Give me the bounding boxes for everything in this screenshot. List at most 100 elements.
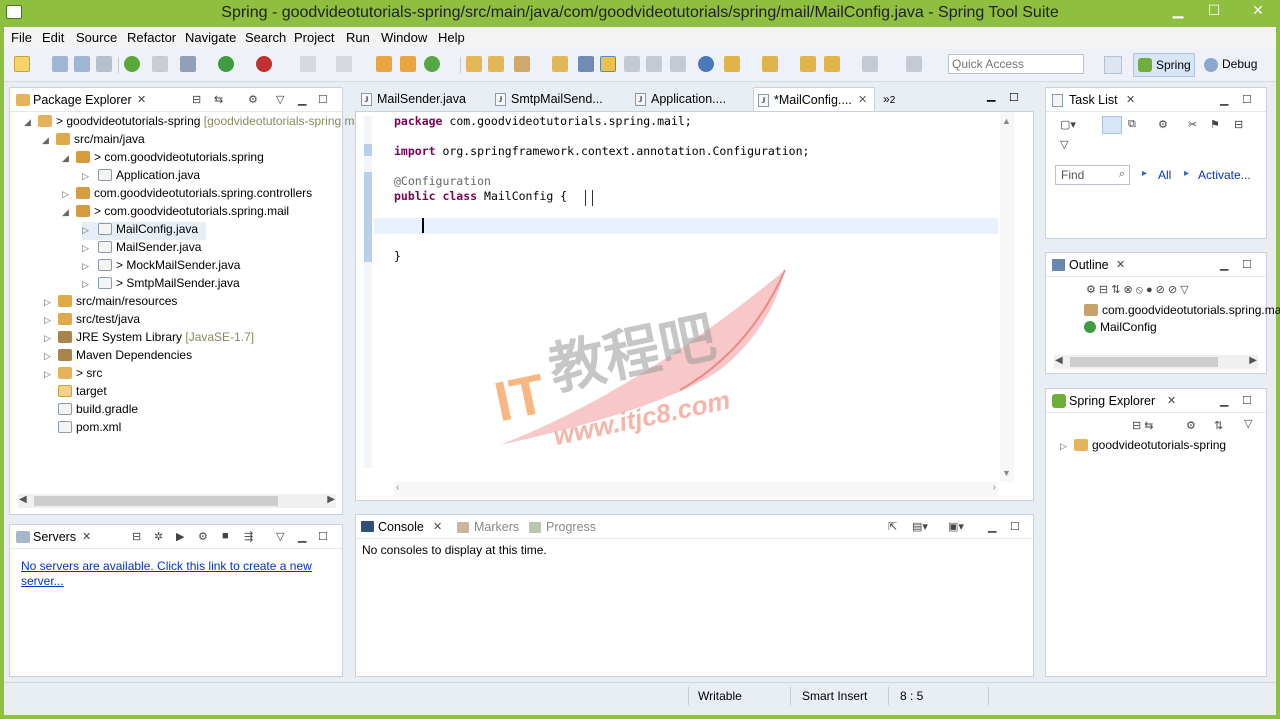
publish-icon[interactable]: ⇶	[244, 530, 253, 543]
debug-server-icon[interactable]: ✲	[154, 530, 163, 543]
tree-item-pom-xml[interactable]: pom.xml	[58, 420, 121, 438]
tab-progress[interactable]: Progress	[546, 520, 596, 534]
debug-icon[interactable]	[180, 56, 196, 72]
editor-hscrollbar[interactable]: ‹ ›	[394, 482, 998, 496]
open-type-icon[interactable]	[466, 56, 482, 72]
view-menu-icon[interactable]: ▽	[276, 93, 284, 106]
paragraph-icon[interactable]	[670, 56, 686, 72]
console-close-icon[interactable]: ✕	[433, 520, 442, 533]
minimize-panel-icon[interactable]: ▁	[1220, 394, 1228, 407]
refresh-icon[interactable]	[124, 56, 140, 72]
menu-navigate[interactable]: Navigate	[185, 30, 236, 45]
last-edit-icon[interactable]	[800, 56, 816, 72]
tab-application[interactable]: J Application....	[631, 87, 745, 111]
new-class-icon[interactable]	[424, 56, 440, 72]
show-whitespace-icon[interactable]	[646, 56, 662, 72]
find-task-input[interactable]: Find ⌕	[1055, 165, 1130, 185]
tab-close-icon[interactable]: ✕	[858, 93, 867, 106]
maximize-panel-icon[interactable]: ☐	[1010, 520, 1020, 533]
start-server-icon[interactable]: ▶	[176, 530, 184, 543]
tab-markers[interactable]: Markers	[474, 520, 519, 534]
package-explorer-close-icon[interactable]: ✕	[137, 93, 146, 106]
menu-edit[interactable]: Edit	[42, 30, 64, 45]
spring-explorer-close-icon[interactable]: ✕	[1167, 394, 1176, 407]
filter-icon[interactable]: ⚙	[248, 93, 258, 106]
view-menu-icon[interactable]: ▽	[1244, 417, 1252, 430]
toggle-mark-icon[interactable]	[578, 56, 594, 72]
previous-annotation-icon[interactable]	[762, 56, 778, 72]
save-all-icon[interactable]	[74, 56, 90, 72]
profile-server-icon[interactable]: ⚙	[198, 530, 208, 543]
outline-item-package[interactable]: com.goodvideotutorials.spring.mail	[1084, 303, 1280, 321]
maximize-panel-icon[interactable]: ☐	[318, 530, 328, 543]
tab-console[interactable]: Console	[378, 520, 424, 534]
minimize-button[interactable]: ▁	[1164, 0, 1192, 22]
display-console-icon[interactable]: ▤▾	[912, 520, 928, 533]
stop-server-icon[interactable]: ■	[222, 530, 229, 542]
open-folder-icon[interactable]	[488, 56, 504, 72]
view-menu-icon[interactable]: ▽	[1060, 138, 1068, 151]
maximize-button[interactable]: ☐	[1200, 0, 1228, 22]
forward-icon[interactable]	[862, 56, 878, 72]
view-menu-icon[interactable]: ▽	[276, 530, 284, 543]
editor-vscrollbar[interactable]: ▲ ▼	[1000, 112, 1014, 482]
tree-item-mailconfig-java[interactable]: ▷ MailConfig.java	[82, 222, 206, 240]
filter-icon[interactable]: ⚙	[1158, 118, 1168, 131]
perspective-debug[interactable]: Debug	[1204, 57, 1257, 72]
back-icon[interactable]	[824, 56, 840, 72]
pin-editor-icon[interactable]	[906, 56, 922, 72]
new-spring-project-icon[interactable]	[376, 56, 392, 72]
maximize-panel-icon[interactable]: ☐	[1242, 258, 1252, 271]
collapse-all-icon[interactable]: ⊟	[192, 93, 201, 106]
menu-window[interactable]: Window	[381, 30, 427, 45]
minimize-panel-icon[interactable]: ▁	[1220, 93, 1228, 106]
perspective-spring[interactable]: Spring	[1133, 53, 1195, 77]
external-tools-icon[interactable]	[256, 56, 272, 72]
tab-overflow-button[interactable]: »2	[883, 92, 895, 106]
outline-item-class[interactable]: MailConfig	[1084, 320, 1157, 338]
open-task-icon[interactable]	[514, 56, 530, 72]
servers-close-icon[interactable]: ✕	[82, 530, 91, 543]
new-package-icon[interactable]	[400, 56, 416, 72]
menu-search[interactable]: Search	[245, 30, 286, 45]
print-icon[interactable]	[96, 56, 112, 72]
new-task-icon[interactable]: ▢▾	[1060, 118, 1076, 131]
tab-mailsender[interactable]: J MailSender.java	[357, 87, 489, 111]
menu-project[interactable]: Project	[294, 30, 334, 45]
menu-file[interactable]: File	[11, 30, 32, 45]
highlight-icon[interactable]	[600, 56, 616, 72]
maximize-editor-icon[interactable]: ☐	[1009, 91, 1019, 104]
link-editor-icon[interactable]: ⇆	[214, 93, 223, 106]
sort-icon[interactable]: ⇅	[1214, 419, 1223, 432]
task-list-close-icon[interactable]: ✕	[1126, 93, 1135, 106]
tab-mailconfig[interactable]: J *MailConfig.... ✕	[753, 87, 875, 111]
tree-item-build-gradle[interactable]: build.gradle	[58, 402, 138, 420]
scheduled-icon[interactable]: ⧉	[1128, 118, 1136, 131]
minimize-editor-icon[interactable]: ▁	[987, 89, 995, 102]
collapse-icon[interactable]: ⚙ ⊟ ⇅ ⊗ ⦸ ● ⊘ ⊘ ▽	[1086, 283, 1189, 297]
pin-console-icon[interactable]: ⇱	[888, 520, 897, 533]
block-selection-icon[interactable]	[624, 56, 640, 72]
outline-close-icon[interactable]: ✕	[1116, 258, 1125, 271]
collapse-icon[interactable]: ⊟	[132, 530, 141, 543]
create-server-link[interactable]: No servers are available. Click this lin…	[21, 559, 321, 589]
menu-refactor[interactable]: Refactor	[127, 30, 176, 45]
focus-icon[interactable]: ⚑	[1210, 118, 1220, 131]
open-perspective-icon[interactable]	[1104, 56, 1122, 74]
next-annotation-icon[interactable]	[724, 56, 740, 72]
maximize-panel-icon[interactable]: ☐	[1242, 394, 1252, 407]
editor-body[interactable]: package com.goodvideotutorials.spring.ma…	[355, 112, 1034, 501]
filter-icon[interactable]: ⚙	[1186, 419, 1196, 432]
run-icon[interactable]	[218, 56, 234, 72]
menu-run[interactable]: Run	[346, 30, 370, 45]
globe-icon[interactable]	[698, 56, 714, 72]
new-icon[interactable]	[14, 56, 30, 72]
minimize-panel-icon[interactable]: ▁	[1220, 258, 1228, 271]
categorized-icon[interactable]	[1102, 116, 1122, 134]
skip-breakpoints-icon[interactable]	[152, 56, 168, 72]
menu-source[interactable]: Source	[76, 30, 117, 45]
save-icon[interactable]	[52, 56, 68, 72]
menu-help[interactable]: Help	[438, 30, 465, 45]
outline-scrollbar[interactable]: ◀ ▶	[1054, 355, 1258, 369]
tab-smtpmailsender[interactable]: J SmtpMailSend...	[491, 87, 615, 111]
